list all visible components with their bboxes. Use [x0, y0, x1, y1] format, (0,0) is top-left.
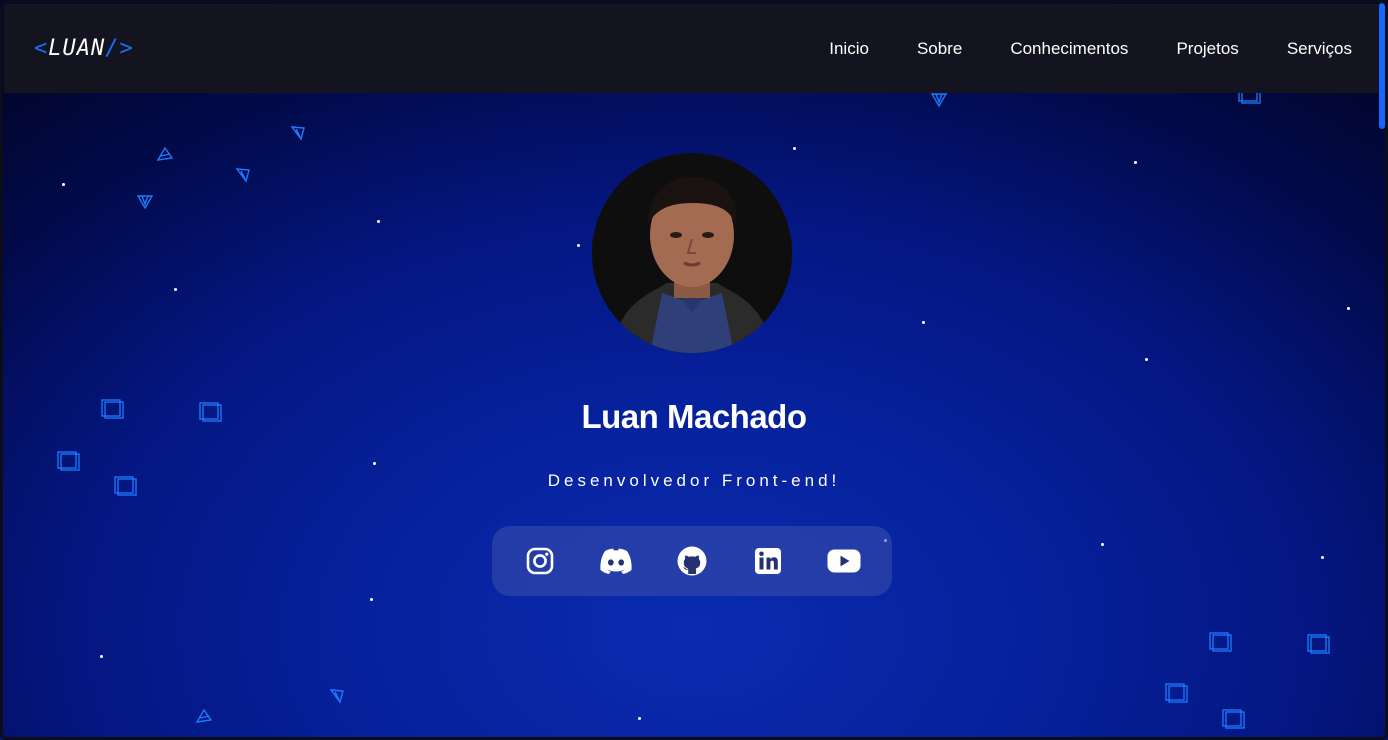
- logo-open-bracket: <: [34, 36, 49, 61]
- nav-sobre[interactable]: Sobre: [917, 39, 962, 59]
- header-nav: <LUAN/> Inicio Sobre Conhecimentos Proje…: [4, 4, 1380, 93]
- nav-conhecimentos[interactable]: Conhecimentos: [1010, 39, 1128, 59]
- github-icon[interactable]: [672, 541, 712, 581]
- star: [1347, 307, 1350, 310]
- nav-inicio[interactable]: Inicio: [829, 39, 869, 59]
- nav-servicos[interactable]: Serviços: [1287, 39, 1352, 59]
- nav-projetos[interactable]: Projetos: [1176, 39, 1238, 59]
- star: [793, 147, 796, 150]
- triangle-shape: [930, 93, 948, 108]
- star: [62, 183, 65, 186]
- star: [1101, 543, 1104, 546]
- star: [174, 288, 177, 291]
- triangle-shape: [156, 146, 174, 161]
- triangle-shape: [290, 126, 305, 141]
- star: [922, 321, 925, 324]
- main-nav: Inicio Sobre Conhecimentos Projetos Serv…: [829, 39, 1352, 59]
- scrollbar-thumb[interactable]: [1379, 3, 1385, 129]
- logo-text: LUAN: [48, 36, 106, 61]
- square-shape: [1222, 709, 1245, 729]
- star: [377, 220, 380, 223]
- square-shape: [57, 451, 80, 471]
- triangle-shape: [136, 195, 154, 210]
- profile-photo: [592, 153, 792, 353]
- triangle-shape: [235, 168, 250, 183]
- star: [577, 244, 580, 247]
- site-logo[interactable]: <LUAN/>: [34, 36, 134, 61]
- profile-role: Desenvolvedor Front-end!: [547, 471, 841, 490]
- profile-name: Luan Machado: [581, 398, 807, 435]
- triangle-shape: [329, 689, 344, 704]
- triangle-shape: [195, 708, 213, 723]
- square-shape: [1209, 632, 1232, 652]
- star: [100, 655, 103, 658]
- star: [373, 462, 376, 465]
- star: [1321, 556, 1324, 559]
- square-shape: [1165, 683, 1188, 703]
- star: [1145, 358, 1148, 361]
- star: [370, 598, 373, 601]
- social-links: [492, 526, 892, 596]
- youtube-icon[interactable]: [824, 541, 864, 581]
- instagram-icon[interactable]: [520, 541, 560, 581]
- logo-close-bracket: />: [105, 36, 134, 61]
- discord-icon[interactable]: [596, 541, 636, 581]
- page-background: Luan Machado Desenvolvedor Front-end!: [0, 0, 1388, 740]
- star: [1134, 161, 1137, 164]
- star: [638, 717, 641, 720]
- linkedin-icon[interactable]: [748, 541, 788, 581]
- square-shape: [1307, 634, 1330, 654]
